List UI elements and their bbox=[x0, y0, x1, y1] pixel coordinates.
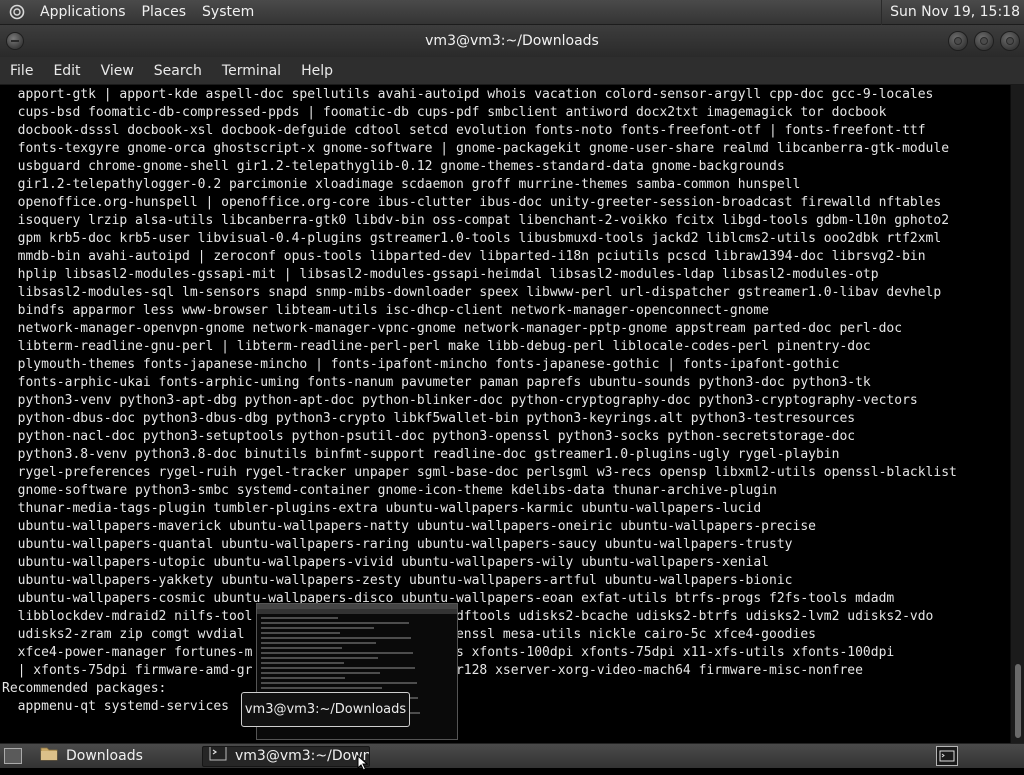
mouse-pointer-icon bbox=[357, 754, 369, 775]
terminal-line: appmenu-qt systemd-services bbox=[2, 699, 229, 714]
terminal-line: ubuntu-wallpapers-maverick ubuntu-wallpa… bbox=[2, 519, 816, 534]
terminal-line: udisks2-zram zip comgt wvdial penssl mes… bbox=[17, 627, 816, 642]
terminal-line: hplip libsasl2-modules-gssapi-mit | libs… bbox=[2, 267, 879, 282]
terminal-line: isoquery lrzip alsa-utils libcanberra-gt… bbox=[2, 213, 950, 228]
preview-text-row bbox=[261, 652, 413, 654]
terminal-line: usbguard chrome-gnome-shell gir1.2-telep… bbox=[2, 159, 785, 174]
terminal-line: libblockdev-mdraid2 nilfs-tool udftools … bbox=[2, 609, 934, 624]
terminal-line: ubuntu-wallpapers-utopic ubuntu-wallpape… bbox=[2, 555, 770, 570]
applications-menu[interactable]: Applications bbox=[32, 0, 134, 25]
terminal-line: python3-venv python3-apt-dbg python-apt-… bbox=[2, 393, 918, 408]
terminal-line: python-nacl-doc python3-setuptools pytho… bbox=[2, 429, 856, 444]
terminal-line: gir1.2-telepathylogger-0.2 parcimonie xl… bbox=[2, 177, 801, 192]
terminal-line: libterm-readline-gnu-perl | libterm-read… bbox=[2, 339, 871, 354]
distro-logo-icon[interactable] bbox=[8, 3, 26, 21]
terminal-line: gnome-software python3-smbc systemd-cont… bbox=[2, 483, 777, 498]
menu-file[interactable]: File bbox=[0, 57, 43, 85]
terminal-line: bindfs apparmor less www-browser libteam… bbox=[2, 303, 770, 318]
terminal-line: plymouth-themes fonts-japanese-mincho | … bbox=[2, 357, 840, 372]
terminal-scrollbar[interactable] bbox=[1010, 85, 1024, 743]
task-downloads[interactable]: Downloads bbox=[34, 746, 200, 767]
terminal-line: libsasl2-modules-sql lm-sensors snapd sn… bbox=[2, 285, 942, 300]
terminal-line: python-dbus-doc python3-dbus-dbg python3… bbox=[2, 411, 856, 426]
preview-text-row bbox=[261, 667, 415, 669]
bottom-taskbar: Downloads vm3@vm3:~/Downl... bbox=[0, 743, 1024, 771]
terminal-line: rygel-preferences rygel-ruih rygel-track… bbox=[2, 465, 957, 480]
terminal-line: | xfonts-75dpi firmware-amd-gr -r128 xse… bbox=[17, 663, 863, 678]
minimize-icon bbox=[954, 37, 962, 45]
close-button[interactable] bbox=[1000, 31, 1020, 51]
task-label: Downloads bbox=[66, 748, 143, 764]
menu-terminal[interactable]: Terminal bbox=[212, 57, 291, 85]
preview-text-row bbox=[261, 627, 375, 629]
preview-text-row bbox=[261, 677, 346, 679]
terminal-line: ubuntu-wallpapers-quantal ubuntu-wallpap… bbox=[2, 537, 793, 552]
scrollbar-thumb[interactable] bbox=[1015, 664, 1021, 738]
terminal-line: cups-bsd foomatic-db-compressed-ppds | f… bbox=[2, 105, 887, 120]
preview-text-row bbox=[261, 642, 377, 644]
terminal-line: xfce4-power-manager fortunes-m cs xfonts… bbox=[17, 645, 895, 660]
menu-search[interactable]: Search bbox=[144, 57, 212, 85]
terminal-line: docbook-dsssl docbook-xsl docbook-defgui… bbox=[2, 123, 926, 138]
terminal-line: openoffice.org-hunspell | openoffice.org… bbox=[2, 195, 942, 210]
terminal-line: Recommended packages: bbox=[2, 681, 167, 696]
system-menu[interactable]: System bbox=[194, 0, 262, 25]
preview-text-row bbox=[261, 672, 381, 674]
menu-help[interactable]: Help bbox=[291, 57, 343, 85]
terminal-line: fonts-arphic-ukai fonts-arphic-uming fon… bbox=[2, 375, 871, 390]
terminal-line: fonts-texgyre gnome-orca ghostscript-x g… bbox=[2, 141, 950, 156]
terminal-line: ubuntu-wallpapers-cosmic ubuntu-wallpape… bbox=[2, 591, 895, 606]
preview-text-row bbox=[261, 637, 411, 639]
preview-text-row bbox=[261, 647, 342, 649]
preview-text-row bbox=[261, 632, 340, 634]
menu-view[interactable]: View bbox=[91, 57, 144, 85]
maximize-icon bbox=[980, 37, 988, 45]
terminal-line: apport-gtk | apport-kde aspell-doc spell… bbox=[2, 87, 934, 102]
taskbar-tooltip: vm3@vm3:~/Downloads bbox=[241, 692, 410, 727]
minimize-button[interactable] bbox=[948, 31, 968, 51]
terminal-line: gpm krb5-doc krb5-user libvisual-0.4-plu… bbox=[2, 231, 942, 246]
terminal-line: network-manager-openvpn-gnome network-ma… bbox=[2, 321, 903, 336]
folder-icon bbox=[40, 746, 58, 767]
preview-text-row bbox=[261, 622, 409, 624]
terminal-lines: apport-gtk | apport-kde aspell-doc spell… bbox=[0, 85, 1010, 716]
terminal-line: mmdb-bin avahi-autoipd | zeroconf opus-t… bbox=[2, 249, 926, 264]
terminal-line: ubuntu-wallpapers-yakkety ubuntu-wallpap… bbox=[2, 573, 793, 588]
terminal-icon bbox=[209, 747, 227, 766]
task-terminal[interactable]: vm3@vm3:~/Downl... bbox=[202, 746, 370, 767]
task-label: vm3@vm3:~/Downl... bbox=[235, 748, 369, 764]
preview-text-row bbox=[261, 617, 338, 619]
preview-text-row bbox=[261, 662, 344, 664]
preview-text-row bbox=[261, 657, 379, 659]
window-titlebar[interactable]: vm3@vm3:~/Downloads bbox=[0, 25, 1024, 57]
window-title: vm3@vm3:~/Downloads bbox=[425, 33, 599, 49]
clock[interactable]: Sun Nov 19, 15:18 bbox=[881, 0, 1024, 25]
menubar: File Edit View Search Terminal Help bbox=[0, 57, 1024, 85]
terminal-line: thunar-media-tags-plugin tumbler-plugins… bbox=[2, 501, 762, 516]
top-panel: Applications Places System Sun Nov 19, 1… bbox=[0, 0, 1024, 25]
terminal-output[interactable]: apport-gtk | apport-kde aspell-doc spell… bbox=[0, 85, 1010, 743]
close-icon bbox=[1006, 37, 1014, 45]
terminal-launcher-icon[interactable] bbox=[936, 746, 958, 766]
preview-text-row bbox=[261, 687, 382, 689]
show-desktop-button[interactable] bbox=[4, 748, 22, 764]
places-menu[interactable]: Places bbox=[134, 0, 195, 25]
terminal-line: python3.8-venv python3.8-doc binutils bi… bbox=[2, 447, 840, 462]
menu-edit[interactable]: Edit bbox=[43, 57, 90, 85]
preview-text-row bbox=[261, 682, 417, 684]
maximize-button[interactable] bbox=[974, 31, 994, 51]
